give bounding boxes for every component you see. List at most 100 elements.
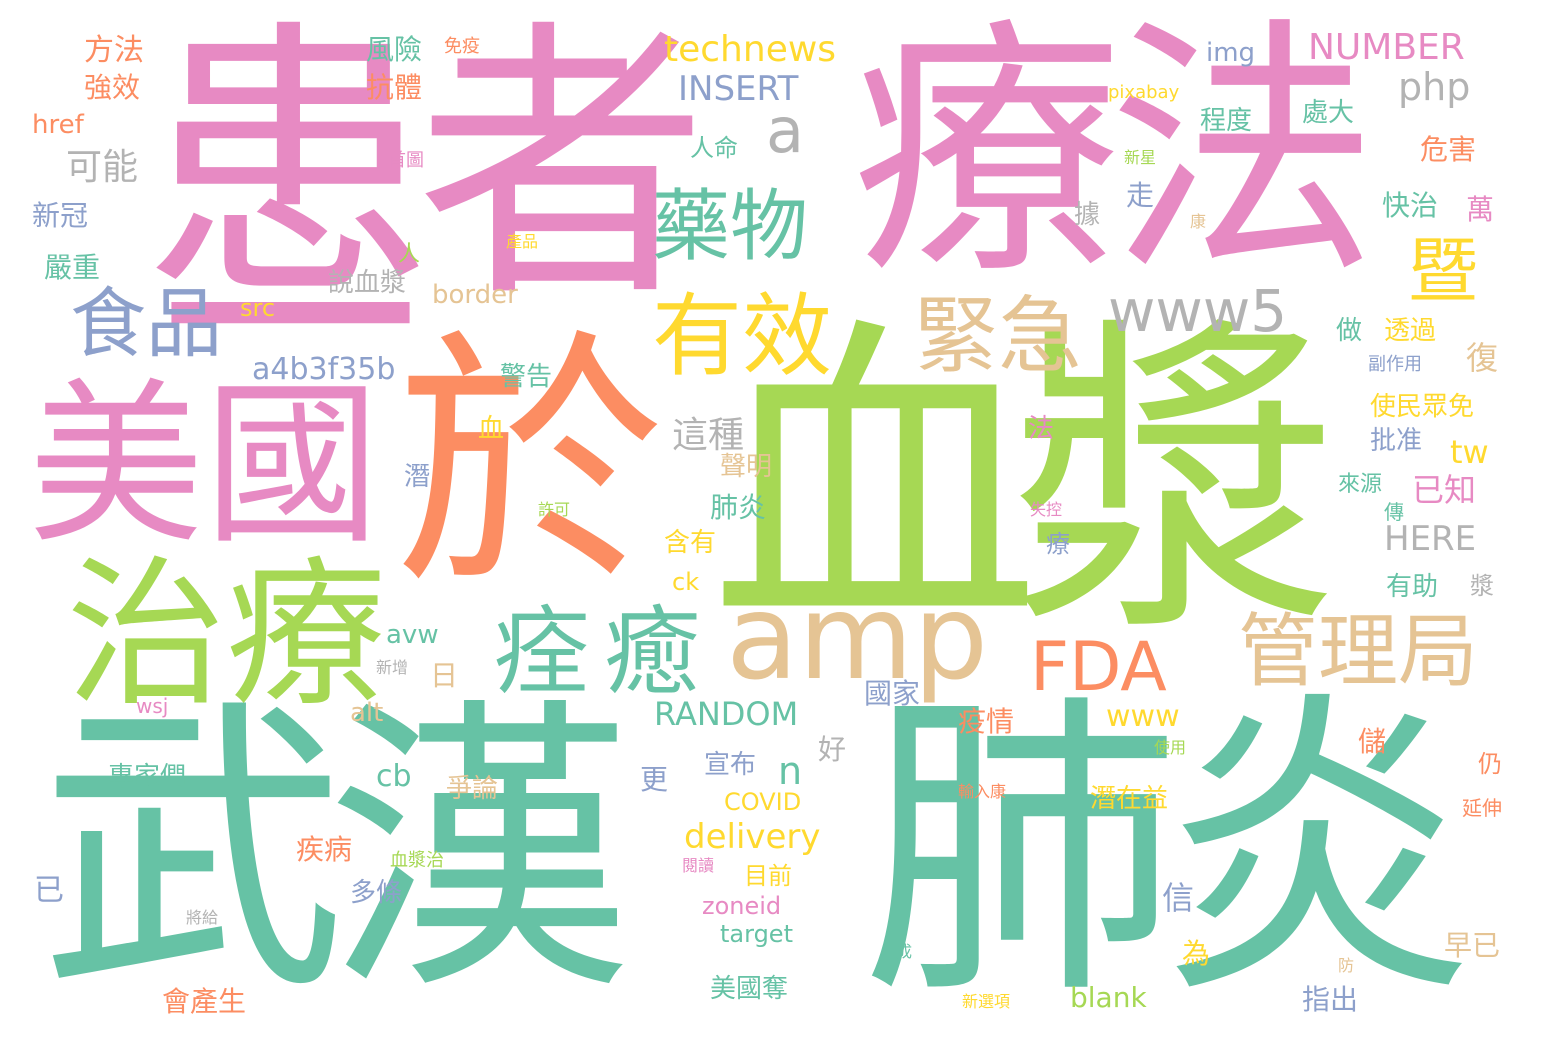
word: 將給 [186,908,219,927]
word: 新星 [1124,148,1157,167]
word: 人 [398,242,421,267]
word: target [720,920,793,948]
word: 漿 [1470,572,1494,600]
word: 更 [640,763,669,796]
word: delivery [684,817,821,857]
word: alt [350,698,384,728]
word: cb [376,759,412,794]
word: HERE [1384,519,1477,559]
word: 有助 [1386,572,1439,602]
word: a4b3f35b [252,352,396,387]
word: technews [664,29,837,70]
word: 好 [818,733,847,766]
word: 痊癒 [494,596,714,708]
word-cloud: 患者 療法 血漿 於 一 美國 武漢 肺炎 治療 amp 痊癒 藥物 有效 緊急… [0,0,1548,1052]
word: 警告 [500,362,553,392]
word: 快治 [1382,189,1439,222]
word: 說血漿 [328,268,407,298]
word: img [1206,38,1256,68]
word: pixabay [1108,82,1180,103]
word: href [32,110,84,140]
word: 據 [1074,200,1101,230]
word: 多條 [350,878,403,908]
word: 療法 [852,0,1378,310]
word: 新選項 [962,992,1011,1011]
word: 食品 [70,279,222,368]
word: amp [726,568,989,706]
word: 藥物 [652,182,809,272]
word: blank [1070,981,1147,1014]
word: COVID [724,788,802,816]
word: 目前 [744,862,792,890]
word: 方法 [84,33,144,68]
word: 人命 [690,134,738,162]
word: 成 [896,942,913,961]
word: 疫情 [958,705,1015,738]
word: src [240,294,276,322]
word: 已知 [1412,471,1477,509]
word: NUMBER [1308,27,1465,68]
word: 為 [1182,937,1211,970]
word: 新冠 [32,199,89,232]
word: 強效 [84,71,141,104]
word: border [432,280,518,310]
word: zoneid [702,892,782,920]
word: 防 [1338,956,1355,975]
word: 管理局 [1238,605,1478,698]
word: 許可 [538,500,571,519]
word: 使民眾免 [1370,392,1475,422]
word: 潛在益 [1090,784,1169,814]
word: 信 [1162,879,1195,917]
word: 危害 [1420,133,1477,166]
word: 做 [1336,316,1363,346]
word: 走 [1126,179,1155,212]
word: 嚴重 [44,251,101,284]
word: 風險 [366,33,423,66]
word: n [778,749,803,793]
word: 潛 [404,462,431,492]
word: www5 [1108,277,1288,345]
word: 這種 [672,415,745,456]
word: 復 [1466,339,1499,377]
word: 批准 [1370,426,1423,456]
word: wsj [136,694,169,718]
word: 聲明 [720,452,773,482]
word: 爭論 [446,774,499,804]
word: 疾病 [296,833,353,866]
word: 處大 [1302,98,1355,128]
word: 輸入康 [958,782,1007,801]
word: ck [672,568,700,596]
word: 失控 [1030,500,1063,519]
word: 美國奪 [710,974,789,1004]
word: tw [1450,433,1489,471]
word: 國家 [864,677,921,710]
word: 傳 [1384,500,1404,524]
word: FDA [1030,628,1167,707]
word: 血 [478,414,505,444]
word: 首圖 [388,150,424,171]
word: 美國 [28,363,381,568]
word: 治療 [66,541,387,728]
word: 血漿治 [390,850,444,871]
word: RANDOM [654,695,799,733]
word: 儲 [1358,725,1387,758]
word: 早已 [1444,929,1501,962]
word: 已 [34,873,64,908]
word: 可能 [66,147,139,188]
word: 程度 [1200,106,1253,136]
word: 抗體 [366,71,423,104]
word: 療 [1046,530,1070,558]
word: 宣布 [704,750,757,780]
word: 產品 [506,232,539,251]
word: 副作用 [1368,354,1422,375]
word: 有效 [652,284,832,389]
word: a [766,94,804,167]
word: 新增 [376,658,409,677]
word: 緊急 [914,287,1083,385]
word: 透過 [1384,316,1437,346]
word: www [1106,699,1180,734]
word: 會產生 [162,985,247,1018]
word: 延伸 [1462,796,1502,820]
word: 來源 [1338,472,1383,497]
word: 暨 [1408,230,1478,312]
